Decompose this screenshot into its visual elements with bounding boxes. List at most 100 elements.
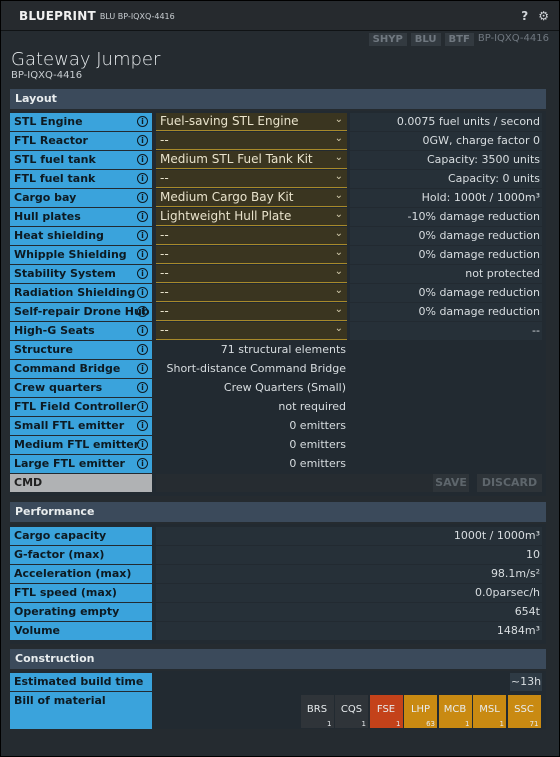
info-icon[interactable]: i <box>137 268 148 279</box>
layout-row-stability-system: Stability System i -- ⌄ not protected <box>10 265 546 283</box>
bom-item-cqs[interactable]: CQS 1 <box>335 695 368 728</box>
row-label: Stability System <box>10 265 152 283</box>
bom-item-msl[interactable]: MSL 1 <box>473 695 506 728</box>
component-select[interactable]: -- ⌄ <box>156 132 347 150</box>
select-value: -- <box>160 228 169 242</box>
chevron-down-icon: ⌄ <box>334 133 343 144</box>
layout-row-small-ftl-emitter: Small FTL emitter i 0 emitters <box>10 417 546 435</box>
save-button[interactable]: SAVE <box>433 474 469 492</box>
performance-row-acceleration-max: Acceleration (max) 98.1m/s² <box>10 565 546 583</box>
info-icon[interactable]: i <box>137 287 148 298</box>
info-icon[interactable]: i <box>137 458 148 469</box>
component-select[interactable]: Medium STL Fuel Tank Kit ⌄ <box>156 151 347 169</box>
chevron-down-icon: ⌄ <box>334 152 343 163</box>
ship-name: Gateway Jumper <box>11 49 161 70</box>
component-select[interactable]: -- ⌄ <box>156 265 347 283</box>
info-icon[interactable]: i <box>137 382 148 393</box>
component-select[interactable]: -- ⌄ <box>156 227 347 245</box>
select-value: -- <box>160 323 169 337</box>
select-value: Fuel-saving STL Engine <box>160 114 299 128</box>
chevron-down-icon: ⌄ <box>334 114 343 125</box>
bom-row: Bill of material BRS 1 CQS 1 FSE 1 LHP 63 MCB 1 MS… <box>10 692 546 729</box>
bom-quantity: 1 <box>396 720 401 728</box>
bom-item-fse[interactable]: FSE 1 <box>369 695 403 728</box>
row-value: 0.0075 fuel units / second <box>350 113 542 131</box>
row-value: Crew Quarters (Small) <box>223 381 346 394</box>
build-time-value: ~13h <box>510 673 542 691</box>
cmd-input[interactable] <box>156 474 437 492</box>
bom-item-ssc[interactable]: SSC 71 <box>507 695 541 728</box>
bom-quantity: 71 <box>529 720 539 728</box>
bom-item-lhp[interactable]: LHP 63 <box>404 695 437 728</box>
row-label: Self-repair Drone Hub <box>10 303 152 321</box>
component-select[interactable]: -- ⌄ <box>156 170 347 188</box>
titlebar: BLUEPRINT BLU BP-IQXQ-4416 ? ⚙ <box>1 1 559 31</box>
layout-row-self-repair-drone-hub: Self-repair Drone Hub i -- ⌄ 0% damage reduc… <box>10 303 546 321</box>
discard-button[interactable]: DISCARD <box>477 474 542 492</box>
help-icon[interactable]: ? <box>521 9 528 23</box>
row-label: FTL Field Controller <box>10 398 152 416</box>
component-select[interactable]: -- ⌄ <box>156 303 347 321</box>
component-select[interactable]: -- ⌄ <box>156 284 347 302</box>
component-select[interactable]: Medium Cargo Bay Kit ⌄ <box>156 189 347 207</box>
component-select[interactable]: -- ⌄ <box>156 246 347 264</box>
performance-row-volume: Volume 1484m³ <box>10 622 546 640</box>
row-value: 0 emitters <box>289 438 346 451</box>
info-icon[interactable]: i <box>137 401 148 412</box>
row-label: Operating empty mass <box>10 603 152 631</box>
bom-item-brs[interactable]: BRS 1 <box>300 695 334 728</box>
bom-quantity: 1 <box>327 720 332 728</box>
tag-blu[interactable]: BLU <box>410 33 441 46</box>
info-icon[interactable]: i <box>137 116 148 127</box>
build-time-label: Estimated build time <box>10 673 152 691</box>
construction-panel: Estimated build time ~13h Bill of materi… <box>10 671 546 729</box>
row-label: Large FTL emitter <box>10 455 152 473</box>
component-select[interactable]: Lightweight Hull Plate ⌄ <box>156 208 347 226</box>
row-value: 0% damage reduction <box>350 227 542 245</box>
row-value: 0 emitters <box>289 457 346 470</box>
chevron-down-icon: ⌄ <box>334 304 343 315</box>
performance-row-ftl-speed-max: FTL speed (max) 0.0parsec/h <box>10 584 546 602</box>
info-icon[interactable]: i <box>137 363 148 374</box>
layout-row-stl-fuel-tank: STL fuel tank i Medium STL Fuel Tank Kit ⌄ C… <box>10 151 546 169</box>
bom-ticker: LHP <box>410 704 431 715</box>
tag-btf[interactable]: BTF <box>444 33 474 46</box>
component-select[interactable]: Fuel-saving STL Engine ⌄ <box>156 113 347 131</box>
layout-row-crew-quarters: Crew quarters i Crew Quarters (Small) <box>10 379 546 397</box>
bom-item-mcb[interactable]: MCB 1 <box>438 695 472 728</box>
info-icon[interactable]: i <box>137 249 148 260</box>
row-label: Cargo bay <box>10 189 152 207</box>
info-icon[interactable]: i <box>137 325 148 336</box>
window-title: BLUEPRINT <box>19 8 96 23</box>
row-value: 0% damage reduction <box>350 284 542 302</box>
layout-row-hull-plates: Hull plates i Lightweight Hull Plate ⌄ -10% … <box>10 208 546 226</box>
row-label: Small FTL emitter <box>10 417 152 435</box>
info-icon[interactable]: i <box>137 306 148 317</box>
component-select[interactable]: -- ⌄ <box>156 322 347 340</box>
info-icon[interactable]: i <box>137 344 148 355</box>
row-label: Command Bridge <box>10 360 152 378</box>
layout-row-whipple-shielding: Whipple Shielding i -- ⌄ 0% damage reduction <box>10 246 546 264</box>
tag-shyp[interactable]: SHYP <box>368 33 407 46</box>
layout-panel: STL Engine i Fuel-saving STL Engine ⌄ 0.0075… <box>10 111 546 496</box>
layout-row-structure: Structure i 71 structural elements <box>10 341 546 359</box>
info-icon[interactable]: i <box>137 154 148 165</box>
layout-row-heat-shielding: Heat shielding i -- ⌄ 0% damage reduction <box>10 227 546 245</box>
row-label: Acceleration (max) <box>10 565 152 583</box>
info-icon[interactable]: i <box>137 173 148 184</box>
chevron-down-icon: ⌄ <box>334 247 343 258</box>
layout-row-radiation-shielding: Radiation Shielding i -- ⌄ 0% damage reducti… <box>10 284 546 302</box>
info-icon[interactable]: i <box>137 135 148 146</box>
info-icon[interactable]: i <box>137 230 148 241</box>
info-icon[interactable]: i <box>137 211 148 222</box>
info-icon[interactable]: i <box>137 439 148 450</box>
row-value: Short-distance Command Bridge <box>166 362 347 375</box>
row-label: Heat shielding <box>10 227 152 245</box>
layout-row-large-ftl-emitter: Large FTL emitter i 0 emitters <box>10 455 546 473</box>
info-icon[interactable]: i <box>137 420 148 431</box>
bom-quantity: 1 <box>465 720 470 728</box>
row-label: Cargo capacity <box>10 527 152 545</box>
info-icon[interactable]: i <box>137 192 148 203</box>
settings-icon[interactable]: ⚙ <box>538 9 549 23</box>
cmd-row: CMD SAVE DISCARD <box>10 474 546 492</box>
